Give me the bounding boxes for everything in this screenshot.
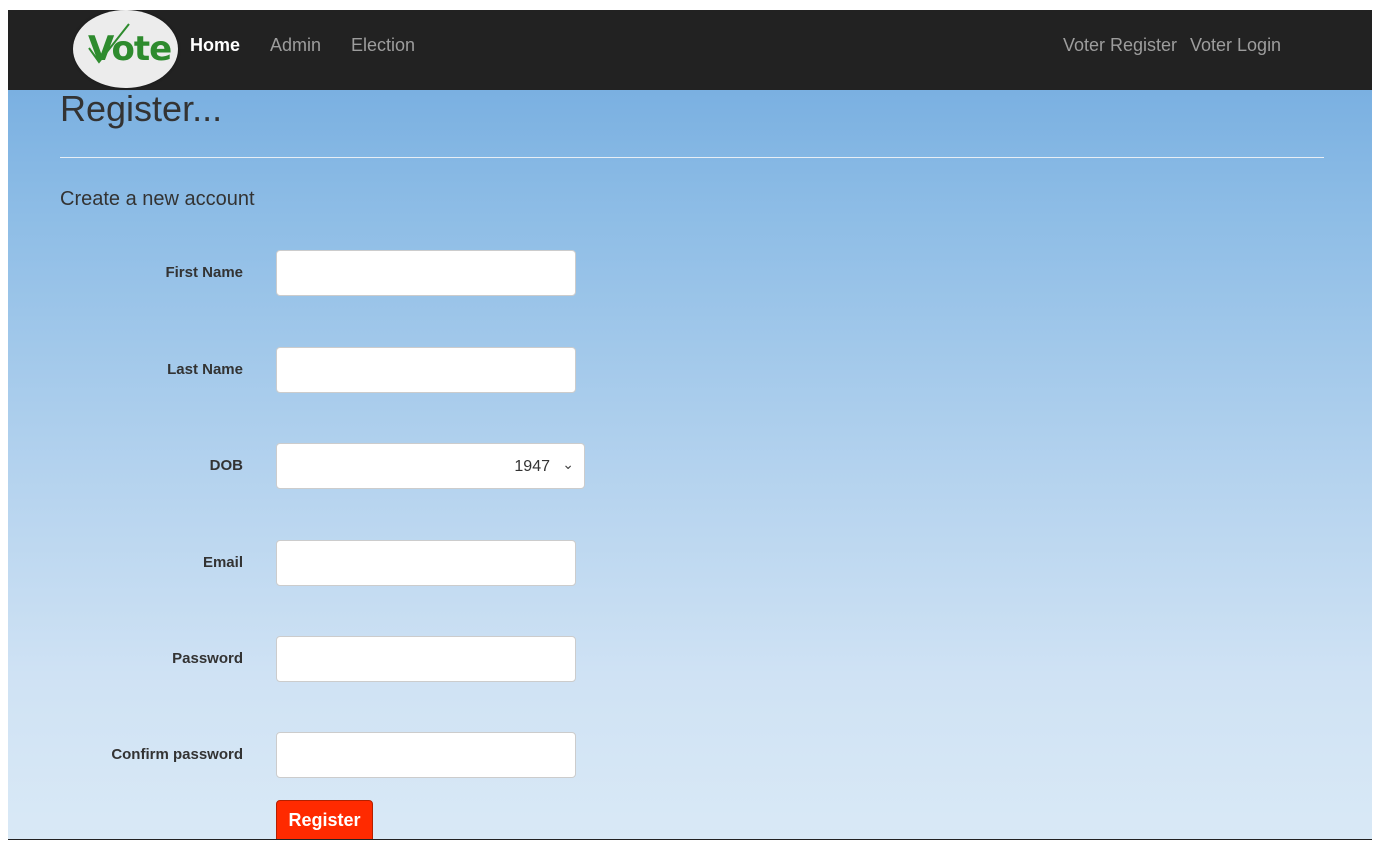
- first-name-row: First Name: [8, 250, 708, 298]
- nav-home-link[interactable]: Home: [190, 35, 240, 56]
- dob-label: DOB: [209, 457, 243, 474]
- last-name-row: Last Name: [8, 347, 708, 395]
- page-title: Register...: [60, 88, 223, 129]
- page-frame: Vote Home Admin Election Voter Register …: [8, 10, 1372, 840]
- last-name-input[interactable]: [276, 347, 576, 393]
- dob-select[interactable]: 1947 ⌄: [276, 443, 585, 489]
- dob-row: DOB 1947 ⌄: [8, 443, 708, 491]
- confirm-password-row: Confirm password: [8, 732, 708, 780]
- title-divider: [60, 157, 1324, 158]
- chevron-down-icon: ⌄: [562, 456, 574, 472]
- email-input[interactable]: [276, 540, 576, 586]
- email-label: Email: [202, 554, 243, 571]
- email-row: Email: [8, 540, 708, 588]
- top-navbar: Vote Home Admin Election Voter Register …: [8, 10, 1372, 90]
- password-label: Password: [172, 650, 243, 667]
- nav-voter-register-link[interactable]: Voter Register: [1063, 35, 1177, 56]
- first-name-label: First Name: [165, 264, 243, 281]
- password-row: Password: [8, 636, 708, 684]
- vote-logo[interactable]: Vote: [73, 10, 178, 88]
- nav-admin-link[interactable]: Admin: [270, 35, 321, 56]
- logo-text: Vote: [88, 29, 172, 69]
- form-subtitle: Create a new account: [60, 188, 255, 210]
- first-name-input[interactable]: [276, 250, 576, 296]
- last-name-label: Last Name: [167, 361, 243, 378]
- page-bottom-border: [8, 839, 1372, 840]
- password-input[interactable]: [276, 636, 576, 682]
- nav-election-link[interactable]: Election: [351, 35, 415, 56]
- dob-selected-value: 1947: [514, 458, 550, 475]
- nav-voter-login-link[interactable]: Voter Login: [1190, 35, 1281, 56]
- confirm-password-label: Confirm password: [111, 746, 243, 763]
- confirm-password-input[interactable]: [276, 732, 576, 778]
- register-button[interactable]: Register: [276, 800, 373, 840]
